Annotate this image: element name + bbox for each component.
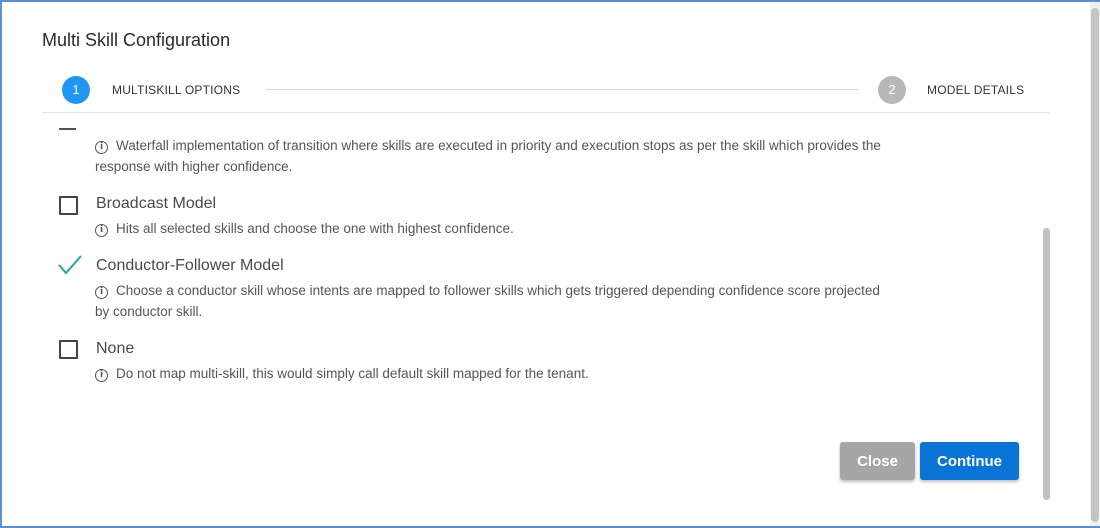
option-label[interactable]: Conductor-Follower Model (96, 257, 284, 275)
checkbox-partial-hidden[interactable] (59, 128, 76, 130)
option-description: i Waterfall implementation of transition … (95, 135, 885, 177)
option-description: i Choose a conductor skill whose intents … (95, 280, 885, 322)
stepper: 1 MULTISKILL OPTIONS 2 MODEL DETAILS (62, 76, 1048, 104)
info-circle-icon: i (95, 224, 108, 237)
step-2-indicator[interactable]: 2 (878, 76, 906, 104)
checkmark-icon[interactable] (57, 253, 83, 277)
options-scrollbar-thumb[interactable] (1043, 228, 1050, 500)
options-list: i Waterfall implementation of transition … (42, 114, 1042, 444)
none-checkbox[interactable] (59, 340, 78, 359)
option-description: i Hits all selected skills and choose the… (95, 218, 885, 239)
info-circle-icon: i (95, 369, 108, 382)
step-1-indicator[interactable]: 1 (62, 76, 90, 104)
multi-skill-dialog: Multi Skill Configuration 1 MULTISKILL O… (2, 2, 1089, 526)
step-1-label[interactable]: MULTISKILL OPTIONS (112, 83, 240, 97)
stepper-connector-line (266, 89, 858, 90)
header-divider (42, 112, 1049, 113)
broadcast-model-checkbox[interactable] (59, 196, 78, 215)
page-scrollbar-thumb[interactable] (1091, 8, 1099, 522)
option-description: i Do not map multi-skill, this would simp… (95, 363, 885, 384)
option-description-text: Do not map multi-skill, this would simpl… (116, 366, 589, 381)
continue-button[interactable]: Continue (920, 442, 1019, 480)
step-2-label[interactable]: MODEL DETAILS (927, 83, 1024, 97)
option-label[interactable]: None (96, 340, 134, 358)
option-label[interactable]: Broadcast Model (96, 195, 216, 213)
option-description-text: Hits all selected skills and choose the … (116, 221, 514, 236)
info-circle-icon: i (95, 141, 108, 154)
close-button[interactable]: Close (840, 442, 915, 480)
info-circle-icon: i (95, 286, 108, 299)
option-description-text: Choose a conductor skill whose intents a… (95, 283, 880, 319)
page-scrollbar[interactable] (1090, 2, 1100, 526)
option-description-text: Waterfall implementation of transition w… (95, 138, 881, 174)
dialog-title: Multi Skill Configuration (42, 30, 231, 50)
